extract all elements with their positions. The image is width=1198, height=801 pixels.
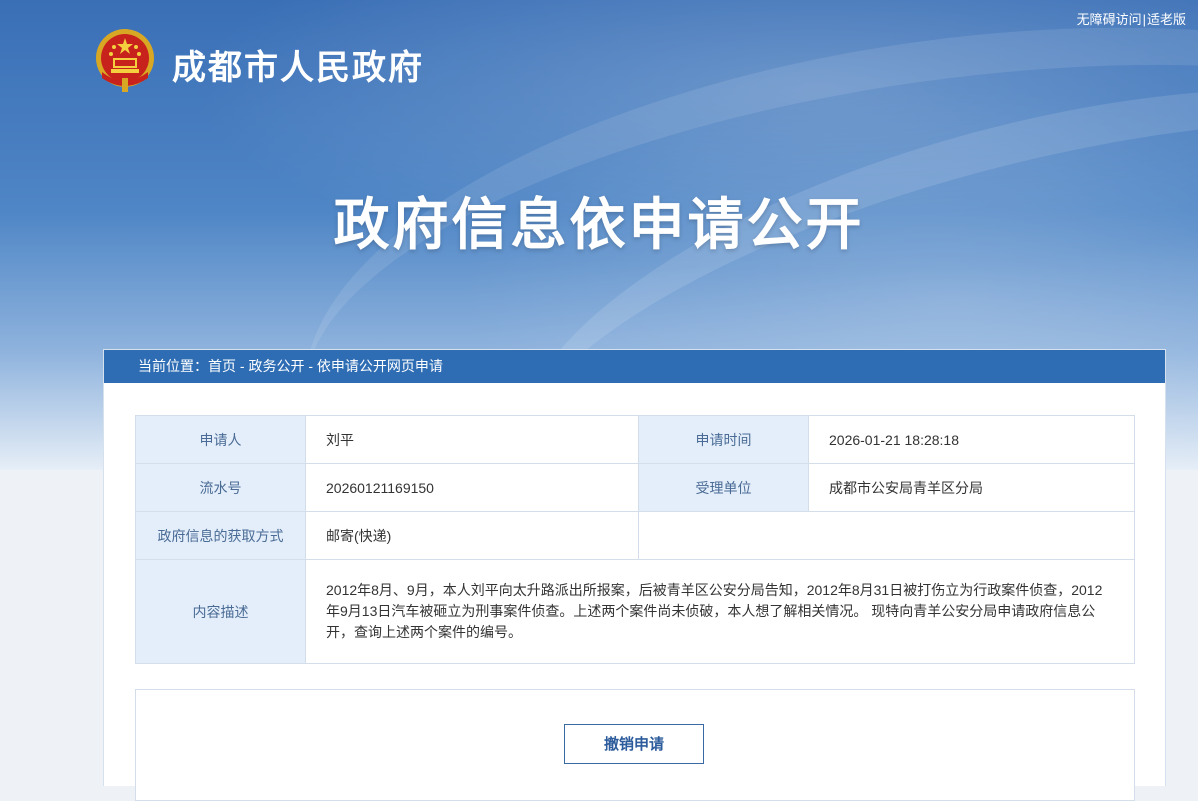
site-title[interactable]: 成都市人民政府 <box>172 40 424 89</box>
banner-title: 政府信息依申请公开 <box>333 193 865 256</box>
revoke-application-button[interactable]: 撤销申请 <box>564 724 704 764</box>
top-links: 无障碍访问|适老版 <box>1077 9 1186 28</box>
empty-cell <box>638 511 1135 560</box>
unit-value: 成都市公安局青羊区分局 <box>808 463 1135 512</box>
serial-label: 流水号 <box>135 463 306 512</box>
table-row: 内容描述 2012年8月、9月，本人刘平向太升路派出所报案，后被青羊区公安分局告… <box>135 559 1135 664</box>
time-value: 2026-01-21 18:28:18 <box>808 415 1135 464</box>
breadcrumb-sep: - <box>236 358 249 374</box>
breadcrumb-prefix: 当前位置： <box>138 358 208 374</box>
serial-value: 20260121169150 <box>305 463 639 512</box>
action-box: 撤销申请 <box>135 689 1135 801</box>
time-label: 申请时间 <box>638 415 809 464</box>
method-value: 邮寄(快递) <box>305 511 639 560</box>
application-panel: 当前位置：首页 - 政务公开 - 依申请公开网页申请 申请人 刘平 申请时间 2… <box>103 349 1166 801</box>
desc-value: 2012年8月、9月，本人刘平向太升路派出所报案，后被青羊区公安分局告知，201… <box>305 559 1135 664</box>
unit-label: 受理单位 <box>638 463 809 512</box>
table-row: 申请人 刘平 申请时间 2026-01-21 18:28:18 <box>135 415 1135 464</box>
desc-label: 内容描述 <box>135 559 306 664</box>
link-separator: | <box>1142 12 1146 27</box>
accessibility-link[interactable]: 无障碍访问 <box>1077 12 1142 27</box>
table-row: 流水号 20260121169150 受理单位 成都市公安局青羊区分局 <box>135 463 1135 512</box>
breadcrumb: 当前位置：首页 - 政务公开 - 依申请公开网页申请 <box>104 350 1165 383</box>
breadcrumb-current[interactable]: 依申请公开网页申请 <box>317 358 443 374</box>
national-emblem-icon <box>96 29 154 92</box>
breadcrumb-sep: - <box>304 358 317 374</box>
elderly-version-link[interactable]: 适老版 <box>1147 12 1186 27</box>
table-row: 政府信息的获取方式 邮寄(快递) <box>135 511 1135 560</box>
application-info-table: 申请人 刘平 申请时间 2026-01-21 18:28:18 流水号 2026… <box>135 415 1135 664</box>
applicant-label: 申请人 <box>135 415 306 464</box>
breadcrumb-home[interactable]: 首页 <box>208 358 236 374</box>
breadcrumb-gov-affairs[interactable]: 政务公开 <box>248 358 304 374</box>
method-label: 政府信息的获取方式 <box>135 511 306 560</box>
applicant-value: 刘平 <box>305 415 639 464</box>
